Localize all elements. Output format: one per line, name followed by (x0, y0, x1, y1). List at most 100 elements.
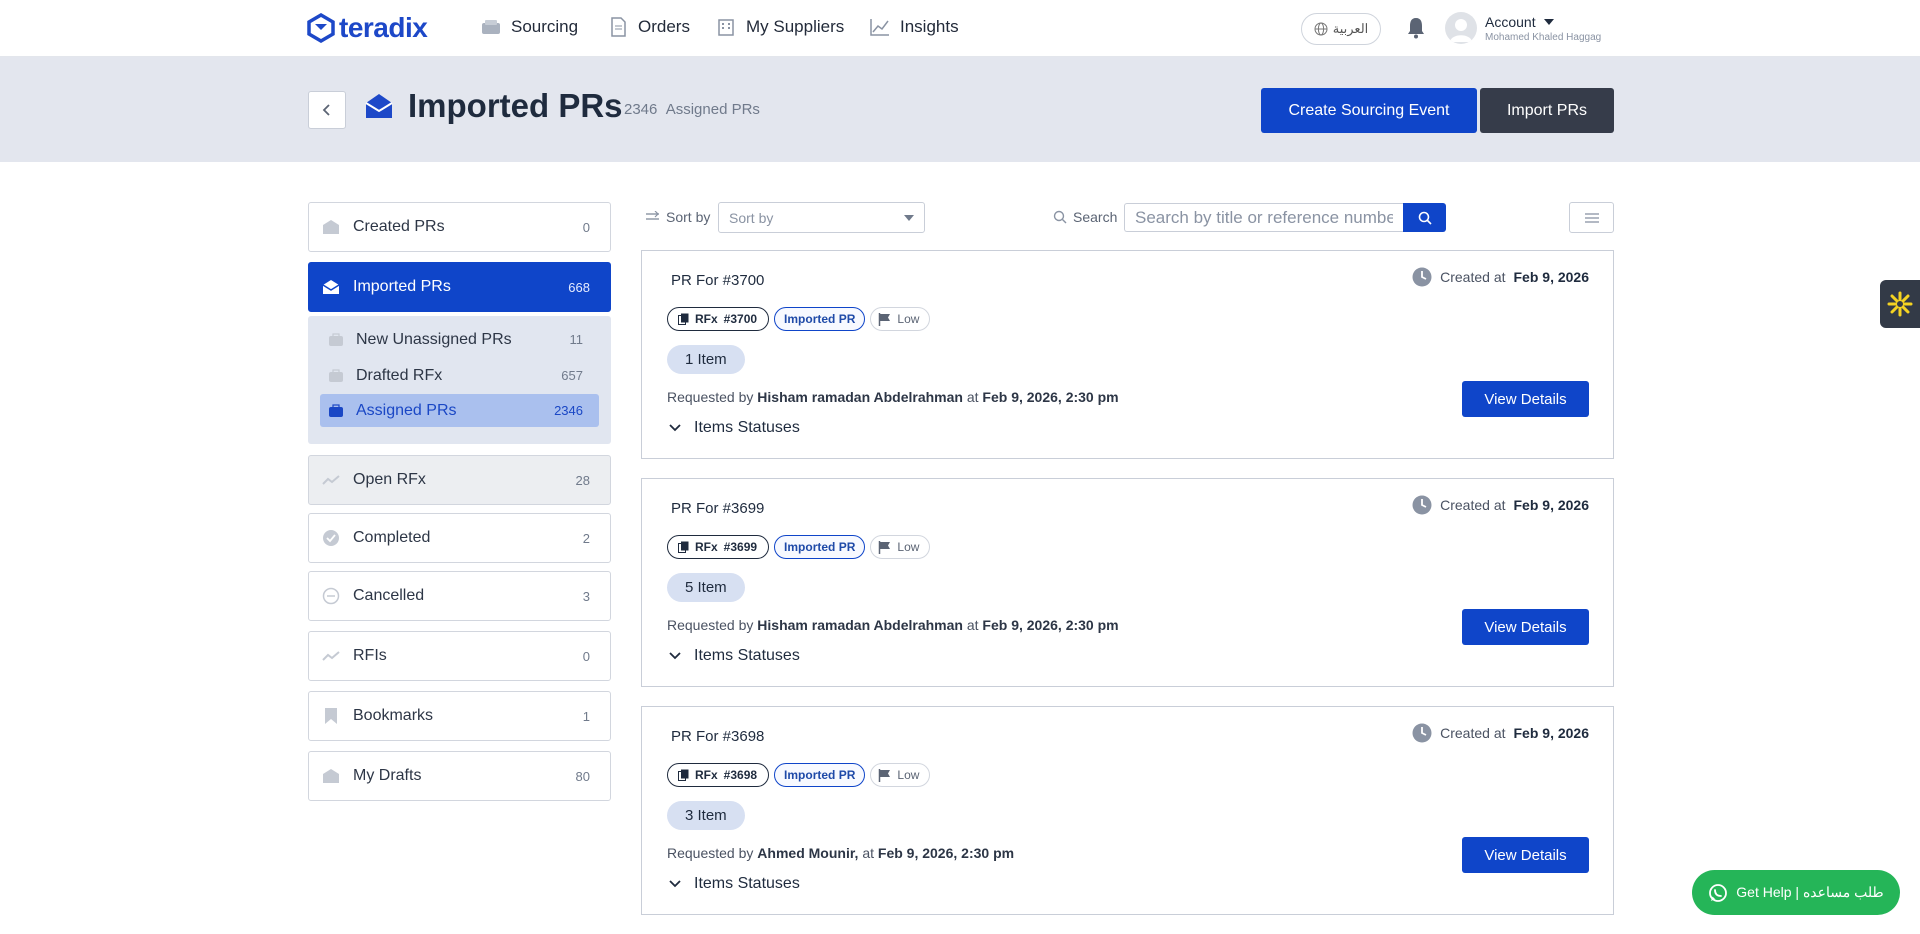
language-toggle-button[interactable]: العربية (1301, 13, 1381, 45)
rfx-tag-label: RFx (695, 540, 718, 554)
pr-card-title: PR For #3698 (671, 728, 765, 745)
pr-card: PR For #3700 Created at Feb 9, 2026 RFx … (641, 250, 1614, 459)
sidebar-item-count: 1 (582, 708, 590, 724)
document-icon (611, 17, 626, 37)
sidebar-item-open-rfx[interactable]: Open RFx 28 (308, 455, 611, 505)
sidebar-subitem-drafted-rfx[interactable]: Drafted RFx 657 (320, 359, 599, 392)
pr-tags: RFx #3700 Imported PR Low (667, 307, 931, 331)
requested-at: Feb 9, 2026, 2:30 pm (982, 617, 1119, 633)
envelope-icon (323, 220, 339, 234)
notification-bell-icon[interactable] (1404, 16, 1428, 40)
briefcase-icon (329, 368, 343, 382)
check-circle-icon (323, 530, 339, 546)
clock-icon (1412, 723, 1432, 743)
requested-by: Requested by Hisham ramadan Abdelrahman … (667, 389, 1119, 405)
items-statuses-toggle[interactable]: Items Statuses (669, 647, 800, 665)
nav-my-suppliers[interactable]: My Suppliers (716, 17, 844, 37)
globe-icon (1314, 22, 1328, 36)
chevron-down-icon (669, 880, 681, 888)
requester-name: Hisham ramadan Abdelrahman (757, 617, 963, 633)
priority-tag: Low (870, 763, 931, 787)
chart-line-icon (870, 19, 889, 36)
copy-icon (678, 541, 689, 553)
sidebar-item-imported-prs[interactable]: Imported PRs 668 (308, 262, 611, 312)
pr-tags: RFx #3699 Imported PR Low (667, 535, 931, 559)
view-details-button[interactable]: View Details (1462, 837, 1589, 873)
item-count-badge: 5 Item (667, 573, 745, 602)
sidebar-item-rfis[interactable]: RFIs 0 (308, 631, 611, 681)
search-button[interactable] (1403, 203, 1446, 232)
sidebar-item-cancelled[interactable]: Cancelled 3 (308, 571, 611, 621)
get-help-button[interactable]: Get Help | طلب مساعده (1692, 870, 1900, 915)
rfx-tag[interactable]: RFx #3699 (667, 535, 770, 559)
search-input[interactable] (1124, 203, 1403, 232)
view-details-button[interactable]: View Details (1462, 381, 1589, 417)
list-view-menu-button[interactable] (1569, 202, 1614, 233)
imported-pr-tag: Imported PR (774, 763, 866, 787)
items-statuses-toggle[interactable]: Items Statuses (669, 875, 800, 893)
sidebar-item-created-prs[interactable]: Created PRs 0 (308, 202, 611, 252)
sidebar-subitem-assigned-prs[interactable]: Assigned PRs 2346 (320, 394, 599, 427)
rfx-tag-label: RFx (695, 768, 718, 782)
sidebar-item-completed[interactable]: Completed 2 (308, 513, 611, 563)
sort-dropdown-value: Sort by (729, 209, 774, 226)
back-button[interactable] (308, 91, 346, 129)
brand-name: teradix (339, 12, 428, 43)
building-icon (718, 19, 734, 36)
account-menu[interactable]: Account Mohamed Khaled Haggag (1445, 12, 1601, 44)
priority-tag: Low (870, 535, 931, 559)
briefcase-icon (329, 332, 343, 346)
sidebar-item-count: 0 (582, 219, 590, 235)
copy-icon (678, 769, 689, 781)
search-icon (1053, 210, 1067, 224)
create-sourcing-event-button[interactable]: Create Sourcing Event (1261, 88, 1477, 133)
sidebar-subitem-count: 2346 (554, 403, 583, 418)
at-label: at (966, 389, 979, 405)
assigned-count-value: 2346 (624, 101, 658, 118)
nav-insights[interactable]: Insights (870, 17, 959, 37)
items-statuses-label: Items Statuses (694, 875, 800, 892)
flag-icon (879, 312, 891, 326)
import-prs-button[interactable]: Import PRs (1480, 88, 1614, 133)
rfx-tag[interactable]: RFx #3700 (667, 307, 770, 331)
chevron-down-icon (669, 652, 681, 660)
sourcing-box-icon (482, 20, 500, 34)
sidebar-item-label: Imported PRs (353, 278, 451, 295)
minus-circle-icon (322, 587, 340, 605)
nav-orders[interactable]: Orders (608, 17, 690, 37)
avatar (1445, 12, 1477, 44)
bookmark-icon (325, 708, 337, 724)
page-header-banner: Imported PRs 2346 Assigned PRs Create So… (0, 57, 1920, 162)
pr-card: PR For #3698 Created at Feb 9, 2026 RFx … (641, 706, 1614, 915)
sidebar-subitem-new-unassigned-prs[interactable]: New Unassigned PRs 11 (320, 323, 599, 356)
assigned-count: 2346 Assigned PRs (624, 101, 760, 118)
teradix-logo[interactable]: teradix (307, 12, 428, 44)
rfx-tag[interactable]: RFx #3698 (667, 763, 770, 787)
sidebar-item-bookmarks[interactable]: Bookmarks 1 (308, 691, 611, 741)
flag-icon (879, 540, 891, 554)
floating-widget-tab[interactable] (1880, 280, 1920, 328)
sidebar-item-label: Bookmarks (353, 707, 434, 724)
created-at: Created at Feb 9, 2026 (1412, 495, 1589, 515)
requested-by-label: Requested by (667, 617, 754, 633)
sort-dropdown[interactable]: Sort by (718, 202, 925, 233)
view-details-button[interactable]: View Details (1462, 609, 1589, 645)
assigned-count-label: Assigned PRs (665, 101, 760, 118)
nav-sourcing[interactable]: Sourcing (481, 17, 578, 37)
sidebar-item-label: My Drafts (353, 767, 422, 784)
rfx-tag-number: #3699 (723, 540, 758, 554)
pr-tags: RFx #3698 Imported PR Low (667, 763, 931, 787)
items-statuses-toggle[interactable]: Items Statuses (669, 419, 800, 437)
caret-down-icon (904, 215, 914, 221)
sidebar-item-my-drafts[interactable]: My Drafts 80 (308, 751, 611, 801)
clock-icon (1412, 495, 1432, 515)
sidebar-subitem-label: Assigned PRs (356, 401, 457, 419)
briefcase-icon (329, 403, 343, 417)
envelope-open-icon (322, 280, 340, 294)
priority-tag: Low (870, 307, 931, 331)
nav-insights-label: Insights (900, 17, 959, 36)
envelope-open-icon (365, 94, 393, 118)
priority-label: Low (897, 768, 920, 782)
at-label: at (862, 845, 874, 861)
created-at-date: Feb 9, 2026 (1513, 269, 1590, 285)
